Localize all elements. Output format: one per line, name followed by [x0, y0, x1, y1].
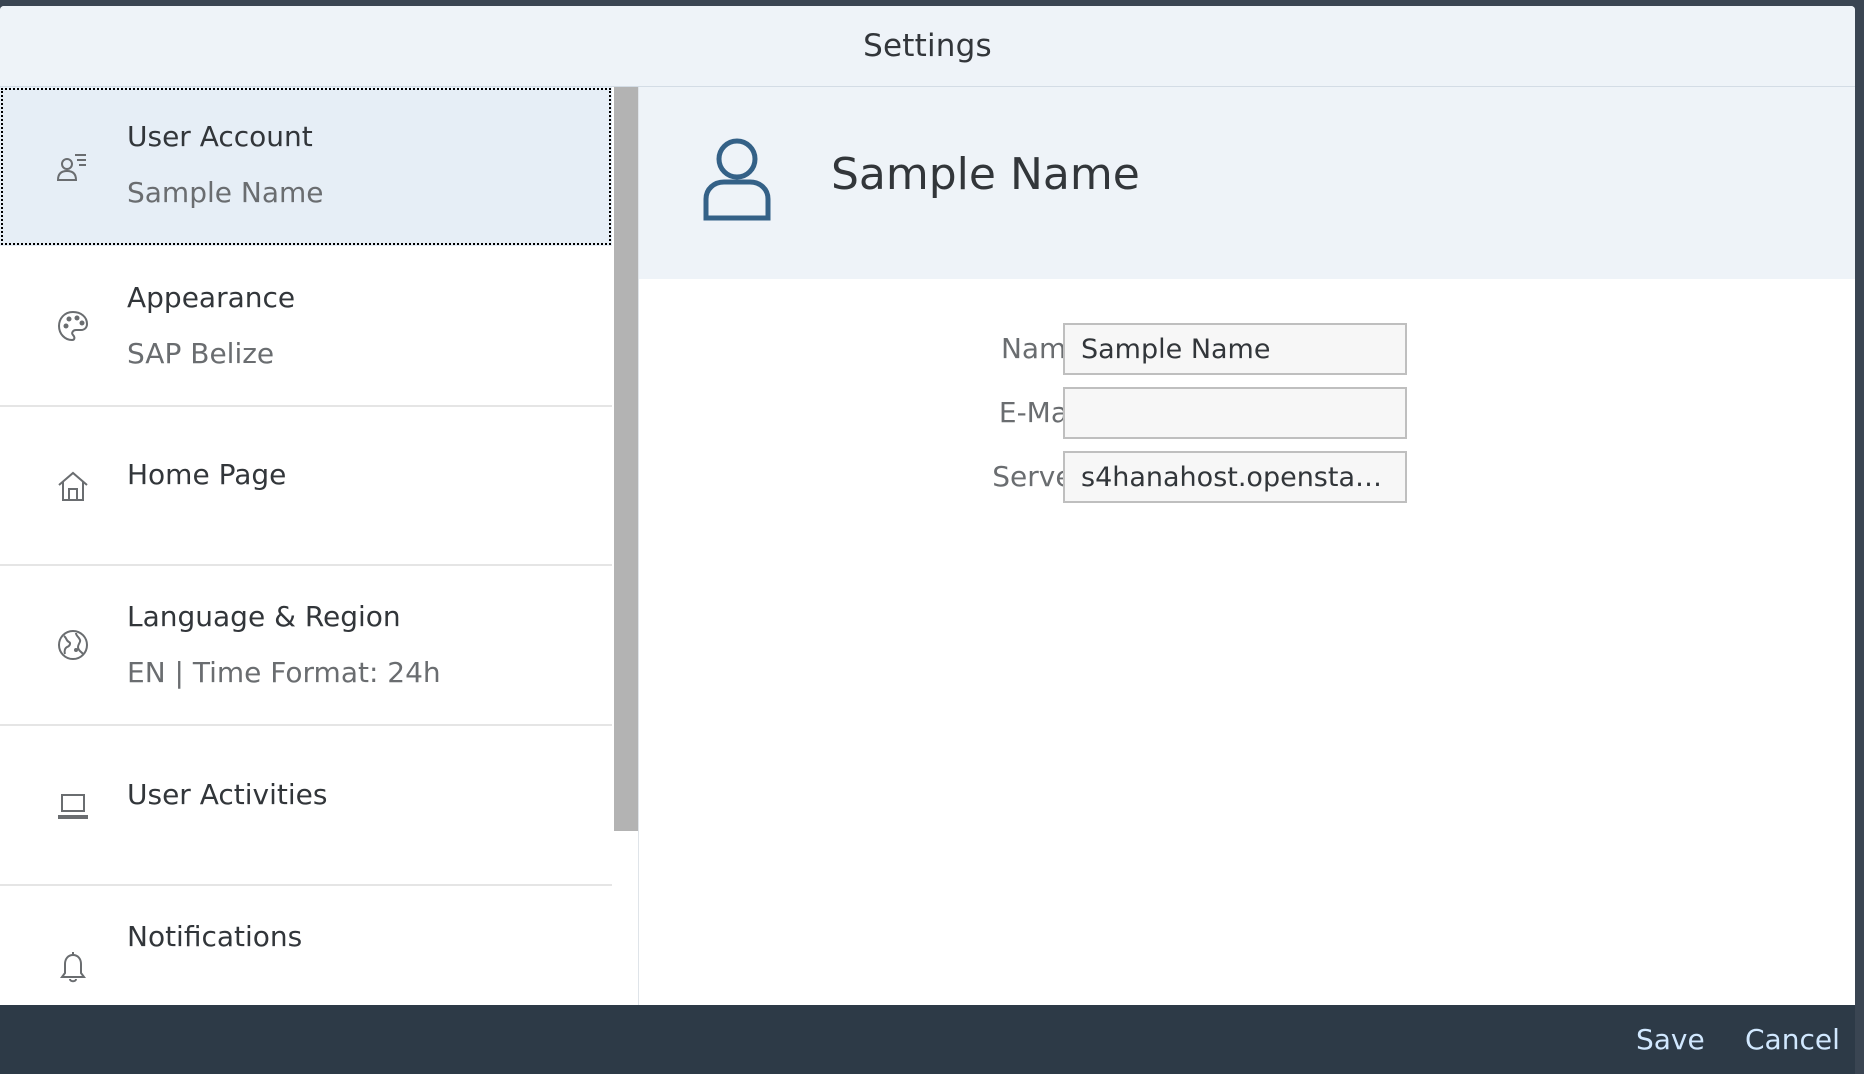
nav-item-home-page[interactable]: Home Page [0, 407, 612, 566]
dialog-header: Settings [0, 6, 1855, 87]
bell-icon [56, 944, 90, 988]
nav-item-appearance[interactable]: Appearance SAP Belize [0, 248, 612, 407]
dialog-footer: Save Cancel [0, 1005, 1855, 1074]
nav-item-subtitle: EN | Time Format: 24h [127, 656, 441, 689]
cancel-button[interactable]: Cancel [1745, 1023, 1840, 1056]
detail-header-name: Sample Name [831, 149, 1140, 200]
nav-item-subtitle: Sample Name [127, 176, 324, 209]
settings-dialog: Settings User Account Sample Name Appear… [0, 6, 1855, 1074]
nav-item-language-region[interactable]: Language & Region EN | Time Format: 24h [0, 567, 612, 726]
detail-pane: Sample Name Name: E-Mail: Server: [639, 87, 1855, 1005]
nav-item-title: Home Page [127, 458, 287, 491]
nav-item-title: Appearance [127, 281, 296, 314]
settings-nav-list: User Account Sample Name Appearance SAP … [0, 87, 639, 1005]
user-account-icon [56, 144, 88, 188]
nav-item-subtitle: SAP Belize [127, 337, 275, 370]
nav-item-user-activities[interactable]: User Activities [0, 727, 612, 886]
home-icon [56, 464, 90, 508]
server-input[interactable] [1063, 451, 1407, 503]
palette-icon [56, 304, 90, 348]
nav-item-title: Language & Region [127, 600, 401, 633]
form-row-server: Server: [639, 451, 1855, 503]
person-icon [701, 135, 773, 221]
nav-item-notifications[interactable]: Notifications [0, 887, 612, 1005]
dialog-title: Settings [863, 28, 992, 64]
globe-icon [56, 623, 90, 667]
nav-item-title: User Account [127, 120, 313, 153]
laptop-icon [56, 784, 90, 828]
nav-item-user-account[interactable]: User Account Sample Name [0, 87, 612, 246]
save-button[interactable]: Save [1636, 1023, 1705, 1056]
detail-header: Sample Name [639, 87, 1855, 279]
form-row-name: Name: [639, 323, 1855, 375]
form-row-email: E-Mail: [639, 387, 1855, 439]
email-input[interactable] [1063, 387, 1407, 439]
nav-item-title: Notifications [127, 920, 303, 953]
scrollbar-thumb[interactable] [614, 87, 638, 831]
name-input[interactable] [1063, 323, 1407, 375]
nav-item-title: User Activities [127, 778, 328, 811]
